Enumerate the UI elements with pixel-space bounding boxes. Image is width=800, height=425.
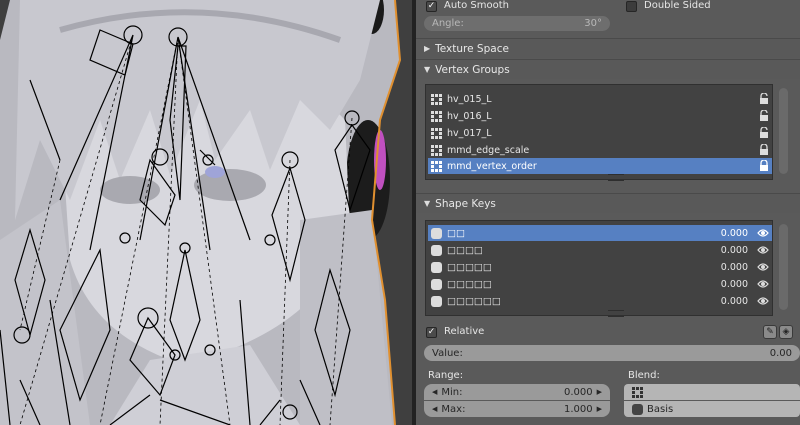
decrement-arrow-icon[interactable]: ◀: [432, 388, 437, 396]
shape-key-icon: [632, 403, 643, 415]
shape-key-name: □□□□: [447, 244, 483, 256]
vertex-groups-list[interactable]: hv_015_L hv_016_L hv_017_L mmd_edge_scal…: [425, 84, 773, 180]
list-resize-grip[interactable]: [608, 174, 624, 181]
vertex-group-icon: [431, 127, 442, 139]
shape-key-name: □□□□□: [447, 261, 492, 273]
relative-key-value: Basis: [647, 403, 674, 415]
double-sided-label: Double Sided: [644, 0, 711, 11]
shape-key-icon: [431, 278, 442, 290]
shape-keys-scrollbar[interactable]: [779, 224, 788, 310]
blend-label: Blend:: [628, 370, 660, 381]
eye-icon[interactable]: [757, 262, 769, 272]
angle-label: Angle:: [432, 18, 464, 29]
increment-arrow-icon[interactable]: ▶: [597, 388, 602, 396]
vertex-group-item[interactable]: mmd_edge_scale: [428, 142, 772, 158]
vertex-group-name: hv_016_L: [447, 110, 492, 122]
decrement-arrow-icon[interactable]: ◀: [432, 405, 437, 413]
expanded-triangle-icon: ▼: [424, 199, 431, 208]
auto-smooth-label: Auto Smooth: [444, 0, 509, 11]
shape-key-icon: [431, 227, 442, 239]
relative-checkbox[interactable]: ✓: [426, 327, 437, 338]
shape-key-value[interactable]: 0.000: [700, 279, 748, 290]
value-field[interactable]: Value: 0.00: [424, 345, 800, 361]
value-value: 0.00: [769, 347, 792, 359]
max-label: Max:: [441, 403, 466, 415]
texture-space-panel-header[interactable]: ▶ Texture Space: [416, 38, 800, 58]
min-value: 0.000: [563, 386, 593, 398]
shape-key-icon: [431, 261, 442, 273]
vertex-groups-title: Vertex Groups: [435, 63, 510, 76]
vertex-groups-scrollbar[interactable]: [779, 88, 788, 174]
list-resize-grip[interactable]: [608, 310, 624, 317]
vertex-groups-panel-header[interactable]: ▼ Vertex Groups: [416, 59, 800, 79]
texture-space-title: Texture Space: [435, 42, 509, 55]
vertex-group-icon: [632, 386, 643, 398]
max-value: 1.000: [563, 403, 593, 415]
shape-keys-panel-header[interactable]: ▼ Shape Keys: [416, 193, 800, 213]
unlock-icon[interactable]: [759, 127, 769, 138]
vertex-group-item[interactable]: hv_015_L: [428, 91, 772, 107]
shape-key-name: □□□□□□: [447, 295, 501, 307]
lock-icon[interactable]: [759, 160, 769, 171]
double-sided-checkbox[interactable]: [626, 1, 637, 12]
relative-key-field[interactable]: Basis: [624, 401, 800, 417]
eye-icon[interactable]: [757, 296, 769, 306]
shape-key-icon: [431, 244, 442, 256]
shape-key-icon: [431, 295, 442, 307]
normals-row: ✓ Auto Smooth Double Sided: [416, 0, 800, 14]
blend-vertex-group-field[interactable]: [624, 384, 800, 400]
eye-icon[interactable]: [757, 279, 769, 289]
vertex-group-icon: [431, 160, 442, 172]
shape-keys-title: Shape Keys: [435, 197, 496, 210]
vertex-group-icon: [431, 110, 442, 122]
edit-mode-icon[interactable]: ◈: [779, 325, 793, 339]
vertex-group-item[interactable]: hv_017_L: [428, 125, 772, 141]
shape-key-value[interactable]: 0.000: [700, 228, 748, 239]
max-field[interactable]: ◀ Max: 1.000 ▶: [424, 401, 610, 417]
angle-value: 30°: [584, 18, 602, 29]
shape-key-name: □□□□□: [447, 278, 492, 290]
pin-icon[interactable]: ✎: [763, 325, 777, 339]
vertex-group-name: hv_017_L: [447, 127, 492, 139]
lock-icon[interactable]: [759, 144, 769, 155]
eye-icon[interactable]: [757, 245, 769, 255]
shape-key-value[interactable]: 0.000: [700, 245, 748, 256]
vertex-group-name: hv_015_L: [447, 93, 492, 105]
vertex-group-name: mmd_vertex_order: [447, 160, 537, 172]
vertex-group-icon: [431, 144, 442, 156]
angle-field[interactable]: Angle: 30°: [424, 16, 610, 31]
relative-label: Relative: [444, 326, 485, 337]
unlock-icon[interactable]: [759, 93, 769, 104]
vertex-group-name: mmd_edge_scale: [447, 144, 530, 156]
character-model-with-armature: [0, 0, 412, 425]
unlock-icon[interactable]: [759, 110, 769, 121]
vertex-group-item-selected[interactable]: mmd_vertex_order: [428, 158, 772, 174]
3d-viewport[interactable]: [0, 0, 412, 425]
shape-key-name: □□: [447, 227, 465, 239]
collapsed-triangle-icon: ▶: [424, 44, 431, 53]
expanded-triangle-icon: ▼: [424, 65, 431, 74]
min-field[interactable]: ◀ Min: 0.000 ▶: [424, 384, 610, 400]
shape-key-value[interactable]: 0.000: [700, 262, 748, 273]
range-label: Range:: [428, 370, 464, 381]
vertex-group-item[interactable]: hv_016_L: [428, 108, 772, 124]
increment-arrow-icon[interactable]: ▶: [597, 405, 602, 413]
auto-smooth-checkbox[interactable]: ✓: [426, 1, 437, 12]
shape-key-value[interactable]: 0.000: [700, 296, 748, 307]
vertex-group-icon: [431, 93, 442, 105]
value-label: Value:: [432, 347, 463, 359]
eye-icon[interactable]: [757, 228, 769, 238]
min-label: Min:: [441, 386, 463, 398]
